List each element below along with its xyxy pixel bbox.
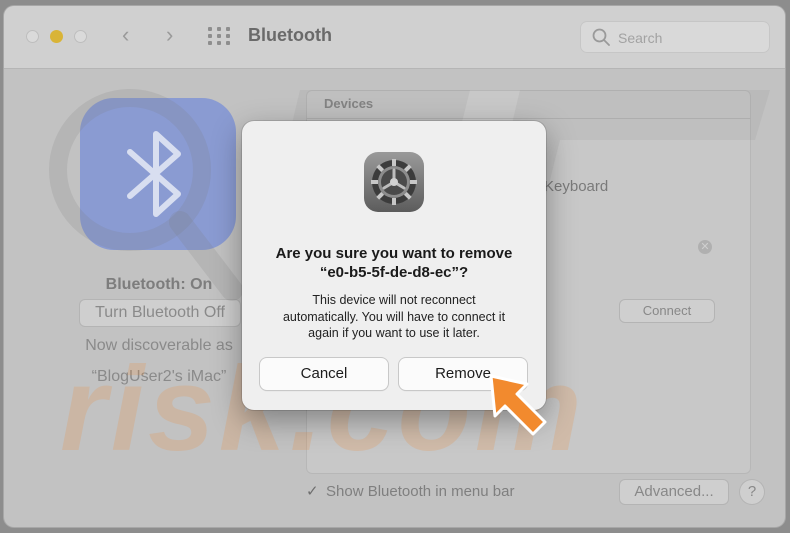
checkmark-icon: ✓: [306, 483, 319, 500]
search-icon: [592, 28, 610, 46]
show-all-grid-icon[interactable]: [208, 27, 230, 45]
forward-chevron-icon[interactable]: ›: [166, 24, 173, 46]
dialog-title-line-1: Are you sure you want to remove: [275, 245, 513, 262]
header-divider: [306, 118, 751, 119]
dialog-title-line-2: “e0-b5-5f-de-d8-ec”?: [319, 264, 469, 281]
dialog-title: Are you sure you want to remove “e0-b5-5…: [254, 244, 534, 282]
zoom-window-button[interactable]: [74, 30, 87, 43]
show-in-menu-bar-label: Show Bluetooth in menu bar: [326, 483, 515, 500]
connect-button[interactable]: Connect: [620, 300, 714, 322]
search-input[interactable]: [616, 27, 760, 49]
computer-name: “BlogUser2's iMac”: [91, 368, 227, 385]
discoverable-label: Now discoverable as: [85, 337, 233, 354]
minimize-window-button[interactable]: [50, 30, 63, 43]
close-window-button[interactable]: [26, 30, 39, 43]
back-chevron-icon[interactable]: ‹: [122, 24, 129, 46]
bluetooth-large-icon: [80, 98, 236, 250]
window-title: Bluetooth: [248, 25, 332, 45]
bluetooth-status: Bluetooth: On: [105, 276, 213, 293]
advanced-button[interactable]: Advanced...: [620, 480, 728, 504]
show-in-menu-bar-checkbox[interactable]: ✓ Show Bluetooth in menu bar: [306, 482, 514, 500]
search-field[interactable]: [580, 21, 770, 53]
remove-device-dialog: Are you sure you want to remove “e0-b5-5…: [242, 121, 546, 410]
remove-device-x-icon[interactable]: ✕: [698, 240, 712, 254]
devices-header: Devices: [324, 96, 374, 111]
pointer-arrow-icon: [489, 374, 547, 436]
turn-bluetooth-off-button[interactable]: Turn Bluetooth Off: [80, 300, 240, 326]
dialog-message-line-3: again if you want to use it later.: [308, 326, 480, 340]
dialog-message: This device will not reconnect automatic…: [264, 292, 524, 342]
help-button[interactable]: ?: [740, 480, 764, 504]
title-bar: ‹ › Bluetooth: [4, 6, 785, 69]
device-row-keyboard[interactable]: Keyboard: [544, 178, 608, 195]
system-preferences-gear-icon: [364, 152, 424, 212]
cancel-button[interactable]: Cancel: [260, 358, 388, 390]
dialog-message-line-1: This device will not reconnect: [312, 293, 476, 307]
dialog-message-line-2: automatically. You will have to connect …: [282, 309, 506, 324]
